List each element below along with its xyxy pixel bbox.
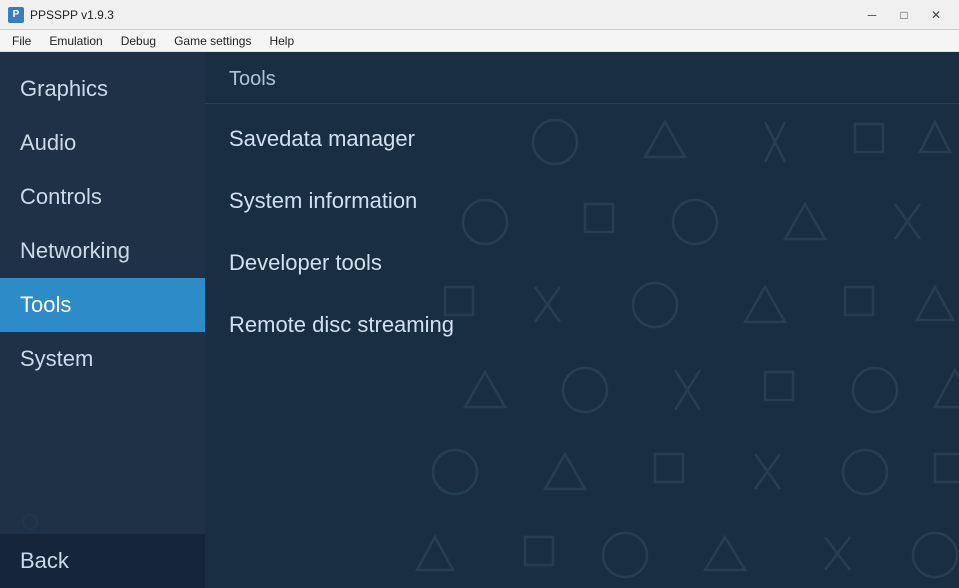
menu-debug[interactable]: Debug bbox=[113, 32, 164, 50]
title-bar-left: P PPSSPP v1.9.3 bbox=[8, 7, 114, 23]
maximize-button[interactable]: □ bbox=[889, 5, 919, 25]
sidebar-item-networking[interactable]: Networking bbox=[0, 224, 205, 278]
title-bar-title: PPSSPP v1.9.3 bbox=[30, 8, 114, 22]
content-panel: Tools Savedata manager System informatio… bbox=[205, 52, 959, 588]
sidebar: Graphics Audio Controls Networking Tools… bbox=[0, 52, 205, 588]
sidebar-item-audio[interactable]: Audio bbox=[0, 116, 205, 170]
minimize-button[interactable]: ─ bbox=[857, 5, 887, 25]
title-bar-controls: ─ □ ✕ bbox=[857, 5, 951, 25]
main-container: Graphics Audio Controls Networking Tools… bbox=[0, 52, 959, 588]
content-item-savedata-manager[interactable]: Savedata manager bbox=[205, 108, 959, 170]
content-item-developer-tools[interactable]: Developer tools bbox=[205, 232, 959, 294]
sidebar-item-controls[interactable]: Controls bbox=[0, 170, 205, 224]
menu-bar: File Emulation Debug Game settings Help bbox=[0, 30, 959, 52]
back-button[interactable]: Back bbox=[0, 534, 205, 588]
sidebar-item-system[interactable]: System bbox=[0, 332, 205, 386]
content-item-remote-disc-streaming[interactable]: Remote disc streaming bbox=[205, 294, 959, 356]
menu-emulation[interactable]: Emulation bbox=[41, 32, 110, 50]
sidebar-item-graphics[interactable]: Graphics bbox=[0, 62, 205, 116]
sidebar-item-tools[interactable]: Tools bbox=[0, 278, 205, 332]
menu-file[interactable]: File bbox=[4, 32, 39, 50]
app-icon: P bbox=[8, 7, 24, 23]
content-inner: Tools Savedata manager System informatio… bbox=[205, 52, 959, 356]
sidebar-items: Graphics Audio Controls Networking Tools… bbox=[0, 52, 205, 534]
close-button[interactable]: ✕ bbox=[921, 5, 951, 25]
content-header: Tools bbox=[205, 52, 959, 104]
content-item-system-information[interactable]: System information bbox=[205, 170, 959, 232]
menu-game-settings[interactable]: Game settings bbox=[166, 32, 259, 50]
title-bar: P PPSSPP v1.9.3 ─ □ ✕ bbox=[0, 0, 959, 30]
menu-help[interactable]: Help bbox=[261, 32, 302, 50]
